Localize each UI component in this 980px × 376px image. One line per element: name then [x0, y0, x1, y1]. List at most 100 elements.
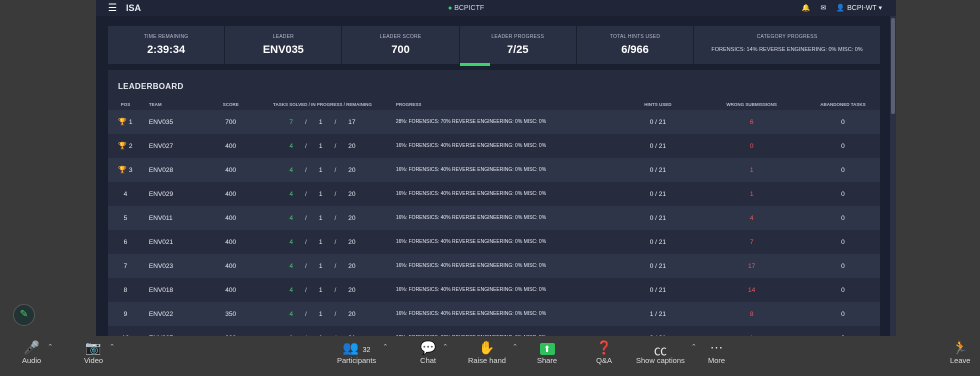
header-progress[interactable]: PROGRESS [392, 98, 618, 110]
trophy-icon: 🏆 [118, 143, 128, 150]
header-score[interactable]: SCORE [208, 98, 253, 110]
raise-hand-label: Raise hand [468, 356, 506, 365]
row-abandoned: 0 [805, 158, 880, 182]
row-progress: 16%: FORENSICS: 40% REVERSE ENGINEERING:… [395, 143, 547, 149]
row-wrong: 1 [749, 190, 754, 198]
row-wrong: 0 [749, 142, 754, 150]
header-hints[interactable]: HINTS USED [618, 98, 697, 110]
video-button[interactable]: 📷 Video ⌃ [84, 340, 115, 365]
table-row: 🏆 2 ENV027 400 4/1/20 16%: FORENSICS: 40% RE… [108, 134, 880, 158]
row-score: 400 [208, 158, 254, 182]
raise-hand-chevron-icon[interactable]: ⌃ [512, 343, 518, 351]
header-abandoned[interactable]: ABANDONED TASKS [806, 98, 880, 110]
captions-chevron-icon[interactable]: ⌃ [691, 343, 697, 351]
tasks-inprogress: 1 [318, 142, 323, 150]
row-hints: 0 / 21 [649, 286, 666, 294]
row-score: 700 [208, 110, 254, 134]
row-score: 350 [208, 302, 254, 326]
share-label: Share [537, 356, 558, 365]
row-progress: 16%: FORENSICS: 40% REVERSE ENGINEERING:… [391, 158, 619, 182]
menu-icon[interactable]: ☰ [108, 3, 118, 14]
stat-category-label: CATEGORY PROGRESS [756, 34, 818, 40]
row-wrong: 1 [697, 326, 806, 337]
tasks-solved: 4 [289, 214, 294, 222]
header-wrong[interactable]: WRONG SUBMISSIONS [697, 98, 806, 110]
stat-leader-value: ENV035 [262, 44, 304, 56]
leave-button[interactable]: 🏃 Leave [950, 340, 970, 365]
header-tasks[interactable]: TASKS SOLVED / IN PROGRESS / REMAINING [253, 98, 392, 110]
ctf-topbar: ☰ ISA ● BCPICTF 🔔 ✉ 👤 BCPI-WT ▾ [96, 0, 896, 16]
camera-off-icon: 📷 [85, 340, 102, 355]
pos-value: 3 [128, 167, 133, 174]
row-team: ENV027 [148, 142, 174, 150]
audio-chevron-icon[interactable]: ⌃ [47, 343, 53, 351]
video-chevron-icon[interactable]: ⌃ [109, 343, 115, 351]
chat-label: Chat [420, 356, 437, 365]
tasks-solved: 4 [289, 190, 294, 198]
row-tasks: 4/1/20 [253, 206, 392, 230]
row-score: 300 [208, 326, 253, 337]
participants-button[interactable]: 👥 32 Participants ⌃ [337, 340, 388, 365]
more-label: More [708, 356, 726, 365]
page-scrollbar[interactable] [890, 16, 896, 336]
chat-button[interactable]: 💬 Chat ⌃ [420, 340, 448, 365]
pos-value: 4 [123, 190, 128, 198]
captions-button[interactable]: ㏄ Show captions ⌃ [636, 340, 697, 365]
row-pos: 🏆 2 [108, 134, 143, 158]
audio-button[interactable]: 🎤 Audio ⌃ [22, 340, 53, 365]
row-team: ENV022 [142, 302, 209, 326]
leaderboard-table: POS TEAM SCORE TASKS SOLVED / IN PROGRES… [108, 98, 880, 336]
table-row: 5 ENV011 400 4/1/20 16%: FORENSICS: 40% REVE… [108, 206, 880, 230]
tasks-remaining: 20 [348, 214, 356, 222]
scrollbar-thumb[interactable] [891, 18, 895, 114]
row-tasks: 4/1/20 [289, 286, 356, 294]
table-row: 10ENV0073003/1/2112%: FORENSICS: 30% REV… [108, 326, 880, 337]
row-pos: 8 [108, 278, 143, 302]
user-menu[interactable]: 👤 BCPI-WT ▾ [836, 4, 882, 12]
row-team: ENV011 [142, 206, 209, 230]
row-pos: 7 [108, 254, 143, 278]
more-button[interactable]: ⋯ More [708, 340, 725, 365]
participants-chevron-icon[interactable]: ⌃ [382, 343, 388, 351]
trophy-icon: 🏆 [118, 119, 128, 126]
row-abandoned: 0 [805, 110, 880, 134]
chat-chevron-icon[interactable]: ⌃ [442, 343, 448, 351]
table-row: 6 ENV021 400 4/1/20 16%: FORENSICS: 40% REVE… [108, 230, 880, 254]
raise-hand-button[interactable]: ✋ Raise hand ⌃ [468, 340, 518, 365]
tasks-solved: 4 [289, 286, 294, 294]
video-label: Video [84, 356, 104, 365]
pos-value: 5 [123, 214, 128, 222]
stat-category-value: FORENSICS: 14% REVERSE ENGINEERING: 0% M… [711, 47, 863, 53]
share-icon: ⬆ [537, 340, 557, 356]
header-pos[interactable]: POS [108, 98, 143, 110]
tasks-solved: 4 [289, 238, 294, 246]
row-tasks: 4/1/20 [289, 190, 356, 198]
tasks-inprogress: 1 [318, 310, 323, 318]
qa-label: Q&A [596, 356, 613, 365]
pos-value: 6 [123, 238, 128, 246]
row-tasks: 7/1/17 [253, 110, 392, 134]
annotate-pencil-icon[interactable]: ✎ [13, 304, 35, 326]
topbar-right: 🔔 ✉ 👤 BCPI-WT ▾ [802, 4, 882, 12]
row-wrong: 4 [697, 206, 806, 230]
stat-hints-label: TOTAL HINTS USED [609, 34, 661, 40]
leaderboard-body: 🏆 1 ENV035 700 7/1/17 28%: FORENSICS: 70% RE… [108, 110, 880, 336]
row-abandoned: 0 [841, 190, 845, 198]
row-abandoned: 0 [805, 254, 880, 278]
audio-label: Audio [22, 356, 42, 365]
header-team[interactable]: TEAM [143, 98, 208, 110]
row-wrong: 8 [697, 302, 806, 326]
pos-value: 9 [123, 310, 128, 318]
participants-count: 32 [362, 347, 371, 354]
row-team: ENV021 [148, 238, 174, 246]
row-hints: 0 / 21 [618, 110, 698, 134]
qa-button[interactable]: ❓ Q&A [596, 340, 612, 365]
bell-icon[interactable]: 🔔 [802, 4, 811, 12]
message-icon[interactable]: ✉ [821, 4, 827, 12]
row-progress: 16%: FORENSICS: 40% REVERSE ENGINEERING:… [391, 254, 619, 278]
row-progress: 16%: FORENSICS: 40% REVERSE ENGINEERING:… [395, 287, 547, 293]
share-button[interactable]: ⬆ Share [537, 340, 557, 365]
row-team: ENV018 [148, 286, 174, 294]
row-abandoned: 0 [805, 206, 880, 230]
more-icon: ⋯ [710, 340, 724, 355]
